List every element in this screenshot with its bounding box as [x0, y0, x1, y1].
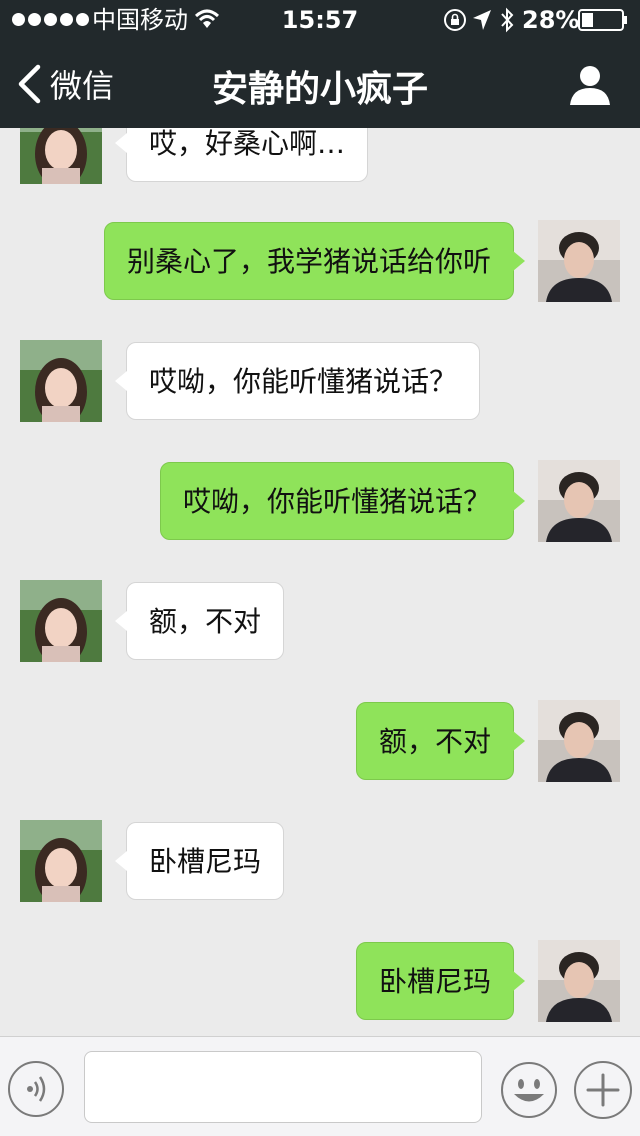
message-row: 额，不对 [0, 580, 640, 664]
voice-button[interactable] [8, 1061, 64, 1117]
more-button[interactable] [574, 1061, 632, 1119]
contact-avatar[interactable] [20, 128, 102, 184]
my-avatar[interactable] [538, 220, 620, 302]
contact-message-bubble[interactable]: 哎，好桑心啊… [114, 128, 369, 182]
message-input[interactable] [84, 1051, 482, 1123]
person-icon[interactable] [568, 64, 612, 106]
message-row: 哎，好桑心啊… [0, 128, 640, 186]
my-avatar[interactable] [538, 460, 620, 542]
message-row: 哎呦，你能听懂猪说话？ [0, 460, 640, 544]
message-row: 卧槽尼玛 [0, 940, 640, 1024]
contact-avatar[interactable] [20, 820, 102, 902]
plus-icon [586, 1073, 620, 1107]
contact-message-bubble[interactable]: 额，不对 [114, 582, 285, 660]
message-row: 别桑心了，我学猪说话给你听 [0, 220, 640, 304]
top-bar: 中国移动 15:57 28% 微信 安静的小疯子 [0, 0, 640, 128]
bluetooth-icon [501, 7, 514, 33]
contact-message-bubble[interactable]: 卧槽尼玛 [114, 822, 285, 900]
battery-icon [578, 9, 627, 31]
contact-avatar[interactable] [20, 580, 102, 662]
voice-icon [27, 1076, 46, 1102]
chat-screen: 中国移动 15:57 28% 微信 安静的小疯子 哎，好桑心啊… 别桑心了，我学… [0, 0, 640, 1136]
nav-bar: 微信 安静的小疯子 [0, 40, 640, 128]
smiley-icon[interactable] [500, 1061, 558, 1119]
my-message-bubble[interactable]: 哎呦，你能听懂猪说话？ [159, 462, 526, 540]
my-avatar[interactable] [538, 700, 620, 782]
message-row: 额，不对 [0, 700, 640, 784]
rotation-lock-icon [444, 9, 466, 31]
message-row: 哎呦，你能听懂猪说话？ [0, 340, 640, 424]
battery-percent: 28% [522, 6, 580, 34]
status-bar: 中国移动 15:57 28% [0, 0, 640, 40]
contact-message-bubble[interactable]: 哎呦，你能听懂猪说话？ [114, 342, 481, 420]
my-message-bubble[interactable]: 别桑心了，我学猪说话给你听 [103, 222, 526, 300]
message-list: 哎，好桑心啊… 别桑心了，我学猪说话给你听 哎呦，你能听懂猪说话？ 哎呦，你能听… [0, 128, 640, 1036]
my-message-bubble[interactable]: 卧槽尼玛 [355, 942, 526, 1020]
location-icon [473, 10, 491, 30]
my-avatar[interactable] [538, 940, 620, 1022]
chat-title: 安静的小疯子 [211, 69, 428, 110]
contact-avatar[interactable] [20, 340, 102, 422]
my-message-bubble[interactable]: 额，不对 [355, 702, 526, 780]
input-bar [0, 1036, 640, 1136]
message-row: 卧槽尼玛 [0, 820, 640, 904]
